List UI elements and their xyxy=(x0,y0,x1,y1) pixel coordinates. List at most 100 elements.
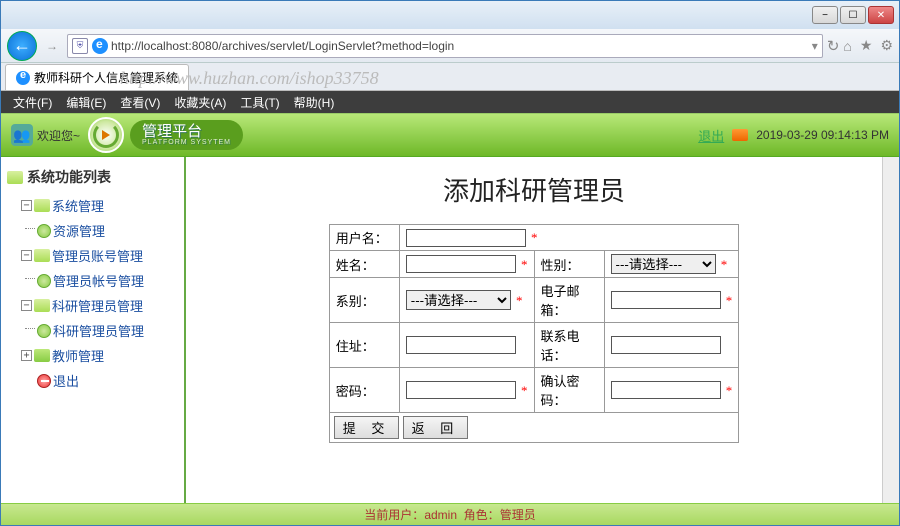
required-star: * xyxy=(726,293,733,308)
tools-icon[interactable]: ⚙ xyxy=(880,37,893,54)
label-email: 电子邮箱： xyxy=(534,278,604,323)
home-icon[interactable]: ⌂ xyxy=(843,38,851,54)
form-table: 用户名： * 姓名： * 性别： ---请选择--- * 系别： ---请选择-… xyxy=(329,224,740,443)
sidebar-item-resource[interactable]: 资源管理 xyxy=(7,218,178,243)
scrollbar[interactable] xyxy=(882,157,899,503)
favorites-icon[interactable]: ★ xyxy=(860,37,873,54)
datetime-text: 2019-03-29 09:14:13 PM xyxy=(756,128,889,142)
logo-icon xyxy=(88,117,124,153)
user-icon: 👥 xyxy=(11,124,33,146)
menu-help[interactable]: 帮助(H) xyxy=(288,92,341,113)
refresh-icon[interactable]: ↻ xyxy=(827,37,840,55)
label-confirm: 确认密码： xyxy=(534,368,604,413)
input-phone[interactable] xyxy=(611,336,721,354)
sidebar-item-label: 系统管理 xyxy=(52,196,104,215)
back-button-form[interactable]: 返 回 xyxy=(403,416,469,439)
app-header: 👥 欢迎您~ 管理平台 PLATFORM SYSYTEM 退出 2019-03-… xyxy=(1,113,899,157)
label-password: 密码： xyxy=(329,368,399,413)
label-address: 住址： xyxy=(329,323,399,368)
expand-icon[interactable]: + xyxy=(21,350,32,361)
menu-view[interactable]: 查看(V) xyxy=(114,92,166,113)
page-title: 添加科研管理员 xyxy=(443,171,625,208)
status-role-label: 角色： xyxy=(464,506,500,523)
sidebar-item-label: 退出 xyxy=(53,371,79,390)
sidebar-item-research-admin-mgmt[interactable]: 科研管理员管理 xyxy=(7,318,178,343)
sidebar-item-admin-account[interactable]: − 管理员账号管理 xyxy=(7,243,178,268)
sidebar: 系统功能列表 − 系统管理 资源管理 − 管理员账号管理 管理员帐号管理 xyxy=(1,157,186,503)
sidebar-item-admin-account-mgmt[interactable]: 管理员帐号管理 xyxy=(7,268,178,293)
forward-button[interactable]: → xyxy=(41,35,63,57)
sidebar-title-label: 系统功能列表 xyxy=(27,167,111,187)
collapse-icon[interactable]: − xyxy=(21,200,32,211)
status-user: admin xyxy=(424,508,457,522)
menu-edit[interactable]: 编辑(E) xyxy=(60,92,112,113)
close-button[interactable]: ✕ xyxy=(868,6,894,24)
url-bar[interactable]: ⛨ ▾ xyxy=(67,34,823,58)
label-username: 用户名： xyxy=(329,225,399,251)
content-area: 添加科研管理员 用户名： * 姓名： * 性别： ---请选择--- * 系别：… xyxy=(186,157,882,503)
input-email[interactable] xyxy=(611,291,721,309)
sidebar-item-label: 管理员帐号管理 xyxy=(53,271,144,290)
sidebar-item-label: 科研管理员管理 xyxy=(52,296,143,315)
folder-icon xyxy=(34,349,50,362)
sidebar-title: 系统功能列表 xyxy=(7,167,178,187)
statusbar: 当前用户：admin 角色：管理员 xyxy=(1,503,899,525)
sidebar-item-label: 教师管理 xyxy=(52,346,104,365)
tab-title: 教师科研个人信息管理系统 xyxy=(34,69,178,86)
folder-icon xyxy=(34,299,50,312)
select-dept[interactable]: ---请选择--- xyxy=(406,290,511,310)
sidebar-item-logout[interactable]: 退出 xyxy=(7,368,178,393)
url-input[interactable] xyxy=(111,39,812,53)
folder-icon xyxy=(34,249,50,262)
sidebar-item-system[interactable]: − 系统管理 xyxy=(7,193,178,218)
browser-menubar: 文件(F) 编辑(E) 查看(V) 收藏夹(A) 工具(T) 帮助(H) xyxy=(1,91,899,113)
sidebar-item-label: 资源管理 xyxy=(53,221,105,240)
back-button[interactable]: ← xyxy=(7,31,37,61)
platform-badge: 管理平台 PLATFORM SYSYTEM xyxy=(130,120,243,150)
required-star: * xyxy=(726,383,733,398)
leaf-icon xyxy=(37,324,51,338)
input-confirm[interactable] xyxy=(611,381,721,399)
select-gender[interactable]: ---请选择--- xyxy=(611,254,716,274)
datetime-icon xyxy=(732,129,748,141)
required-star: * xyxy=(516,293,523,308)
shield-icon: ⛨ xyxy=(72,38,88,54)
submit-button[interactable]: 提 交 xyxy=(334,416,400,439)
menu-file[interactable]: 文件(F) xyxy=(7,92,58,113)
stop-icon xyxy=(37,374,51,388)
dropdown-icon[interactable]: ▾ xyxy=(812,39,818,53)
leaf-icon xyxy=(37,224,51,238)
sidebar-item-teacher[interactable]: + 教师管理 xyxy=(7,343,178,368)
welcome-text: 欢迎您~ xyxy=(37,127,80,144)
required-star: * xyxy=(521,383,528,398)
sidebar-item-label: 管理员账号管理 xyxy=(52,246,143,265)
collapse-icon[interactable]: − xyxy=(21,300,32,311)
status-role: 管理员 xyxy=(500,506,536,523)
required-star: * xyxy=(531,230,538,245)
label-realname: 姓名： xyxy=(329,251,399,278)
label-dept: 系别： xyxy=(329,278,399,323)
required-star: * xyxy=(521,257,528,272)
menu-favorites[interactable]: 收藏夹(A) xyxy=(168,92,232,113)
tab-favicon xyxy=(16,71,30,85)
minimize-button[interactable]: − xyxy=(812,6,838,24)
collapse-icon[interactable]: − xyxy=(21,250,32,261)
input-address[interactable] xyxy=(406,336,516,354)
maximize-button[interactable]: ☐ xyxy=(840,6,866,24)
window-titlebar: − ☐ ✕ xyxy=(1,1,899,29)
menu-tools[interactable]: 工具(T) xyxy=(234,92,285,113)
input-password[interactable] xyxy=(406,381,516,399)
sidebar-item-research-admin[interactable]: − 科研管理员管理 xyxy=(7,293,178,318)
logout-link[interactable]: 退出 xyxy=(698,126,724,145)
input-realname[interactable] xyxy=(406,255,516,273)
required-star: * xyxy=(721,257,728,272)
folder-icon xyxy=(7,171,23,184)
browser-tab[interactable]: 教师科研个人信息管理系统 xyxy=(5,64,189,90)
label-gender: 性别： xyxy=(534,251,604,278)
sidebar-item-label: 科研管理员管理 xyxy=(53,321,144,340)
folder-icon xyxy=(34,199,50,212)
browser-navbar: ← → ⛨ ▾ ↻ ⌂ ★ ⚙ xyxy=(1,29,899,63)
ie-logo-icon xyxy=(92,38,108,54)
label-phone: 联系电话： xyxy=(534,323,604,368)
input-username[interactable] xyxy=(406,229,526,247)
